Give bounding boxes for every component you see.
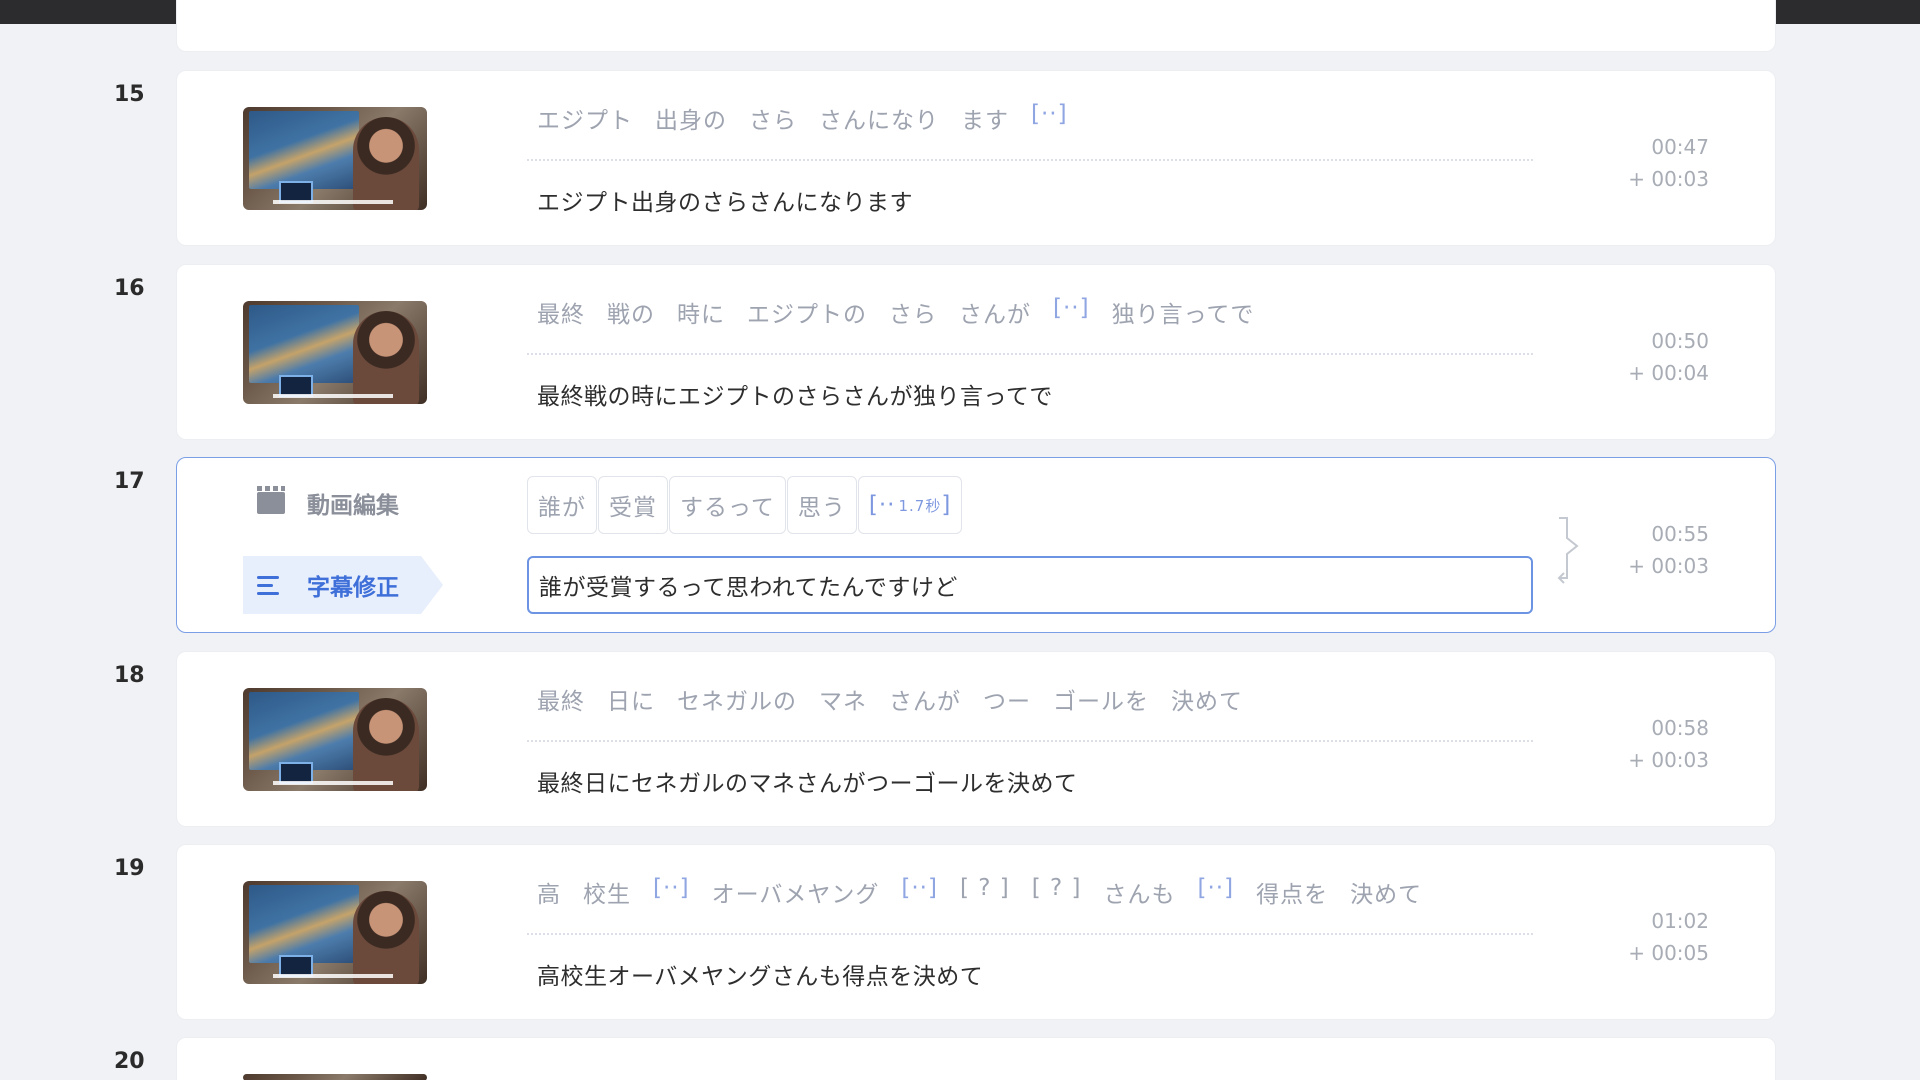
word-chip[interactable]: するって <box>669 476 786 534</box>
gap-open: [·· <box>868 492 896 518</box>
word-token[interactable]: 得点を <box>1256 875 1328 909</box>
word-token[interactable]: オーバメヤング <box>712 875 880 909</box>
word-tokens: 最終 戦の 時に エジプトの さら さんが [··] 独り言ってで <box>537 295 1276 329</box>
subtitle-card[interactable]: 最終 日に セネガルの マネ さんが つー ゴールを 決めて 最終日にセネガルの… <box>176 651 1776 827</box>
word-token[interactable]: セネガルの <box>677 682 797 716</box>
word-chip[interactable]: 誰が <box>527 476 597 534</box>
unknown-word-token[interactable]: [ ? ] <box>960 875 1010 909</box>
subtitle-card[interactable]: 最終 戦の 時に エジプトの さら さんが [··] 独り言ってで 最終戦の時に… <box>176 264 1776 440</box>
word-token[interactable]: さんが <box>959 295 1031 329</box>
unknown-word-token[interactable]: [ ? ] <box>1032 875 1082 909</box>
word-token[interactable]: 独り言ってで <box>1112 295 1255 329</box>
duration: + 00:03 <box>1628 554 1709 578</box>
subtitle-card[interactable] <box>176 1037 1776 1080</box>
start-time: 01:02 <box>1651 909 1709 933</box>
row-number: 18 <box>114 663 145 688</box>
subtitle-text[interactable]: 最終日にセネガルのマネさんがつーゴールを決めて <box>537 764 1078 798</box>
word-token[interactable]: 最終 <box>537 682 585 716</box>
word-token[interactable]: さら <box>889 295 937 329</box>
start-time: 00:47 <box>1651 135 1709 159</box>
word-token[interactable]: マネ <box>819 682 867 716</box>
row-number: 20 <box>114 1049 145 1074</box>
tab-label: 字幕修正 <box>307 575 399 601</box>
gap-close: ] <box>941 492 952 518</box>
duration: + 00:03 <box>1628 167 1709 191</box>
word-token[interactable]: 最終 <box>537 295 585 329</box>
word-chips: 誰が 受賞 するって 思う [·· 1.7秒] <box>527 476 963 534</box>
subtitle-card[interactable]: 高 校生 [··] オーバメヤング [··] [ ? ] [ ? ] さんも [… <box>176 844 1776 1020</box>
silence-gap-chip[interactable]: [·· 1.7秒] <box>857 476 963 534</box>
word-token[interactable]: 決めて <box>1171 682 1243 716</box>
word-token[interactable]: ます <box>961 101 1009 135</box>
timecode: 00:55 + 00:03 <box>1628 518 1709 582</box>
subtitle-text[interactable]: エジプト出身のさらさんになります <box>537 183 913 217</box>
tab-video-edit[interactable]: 動画編集 <box>243 474 443 532</box>
silence-gap-token[interactable]: [··] <box>653 875 690 909</box>
word-token[interactable]: さんも <box>1104 875 1176 909</box>
word-token[interactable]: ゴールを <box>1053 682 1149 716</box>
clapperboard-icon <box>257 486 285 514</box>
word-token[interactable]: 日に <box>607 682 655 716</box>
row-number: 15 <box>114 82 145 107</box>
tab-label: 動画編集 <box>307 493 399 519</box>
subtitle-lines-icon <box>257 574 285 596</box>
start-time: 00:58 <box>1651 716 1709 740</box>
silence-gap-token[interactable]: [··] <box>1053 295 1090 329</box>
video-thumbnail[interactable] <box>243 1074 427 1080</box>
divider <box>527 740 1533 742</box>
duration: + 00:04 <box>1628 361 1709 385</box>
word-tokens: エジプト 出身の さら さんになり ます [··] <box>537 101 1090 135</box>
tab-subtitle-edit[interactable]: 字幕修正 <box>243 556 443 614</box>
video-thumbnail[interactable] <box>243 881 427 984</box>
subtitle-edit-input[interactable]: 誰が受賞するって思われてたんですけど <box>527 556 1533 614</box>
video-thumbnail[interactable] <box>243 107 427 210</box>
word-token[interactable]: エジプトの <box>747 295 867 329</box>
timecode: 00:47 + 00:03 <box>1628 131 1709 195</box>
subtitle-text[interactable]: 最終戦の時にエジプトのさらさんが独り言ってで <box>537 377 1053 411</box>
duration: + 00:03 <box>1628 748 1709 772</box>
divider <box>527 933 1533 935</box>
word-tokens: 最終 日に セネガルの マネ さんが つー ゴールを 決めて <box>537 682 1265 716</box>
word-tokens: 高 校生 [··] オーバメヤング [··] [ ? ] [ ? ] さんも [… <box>537 875 1444 909</box>
subtitle-card-active[interactable]: 動画編集 字幕修正 誰が 受賞 するって 思う [·· 1.7秒] 誰が受賞するっ… <box>176 457 1776 633</box>
start-time: 00:55 <box>1651 522 1709 546</box>
row-number: 16 <box>114 276 145 301</box>
silence-gap-token[interactable]: [··] <box>1031 101 1068 135</box>
word-token[interactable]: 高 <box>537 875 561 909</box>
video-thumbnail[interactable] <box>243 301 427 404</box>
silence-gap-token[interactable]: [··] <box>901 875 938 909</box>
word-chip[interactable]: 思う <box>786 476 857 534</box>
word-token[interactable]: 決めて <box>1350 875 1422 909</box>
duration: + 00:05 <box>1628 941 1709 965</box>
merge-arrow-icon[interactable] <box>1555 516 1585 596</box>
word-token[interactable]: 出身の <box>655 101 727 135</box>
row-number: 19 <box>114 856 145 881</box>
subtitle-card[interactable]: エジプト 出身の さら さんになり ます [··] エジプト出身のさらさんになり… <box>176 70 1776 246</box>
row-number: 17 <box>114 469 145 494</box>
word-token[interactable]: つー <box>983 682 1031 716</box>
word-token[interactable]: 戦の <box>607 295 655 329</box>
timecode: 00:50 + 00:04 <box>1628 325 1709 389</box>
subtitle-card-14[interactable] <box>176 0 1776 52</box>
timecode: 00:58 + 00:03 <box>1628 712 1709 776</box>
divider <box>527 159 1533 161</box>
gap-duration: 1.7秒 <box>898 496 942 515</box>
divider <box>527 353 1533 355</box>
start-time: 00:50 <box>1651 329 1709 353</box>
word-token[interactable]: 時に <box>677 295 725 329</box>
word-token[interactable]: さら <box>749 101 797 135</box>
word-token[interactable]: 校生 <box>583 875 631 909</box>
word-token[interactable]: さんが <box>889 682 961 716</box>
subtitle-text[interactable]: 高校生オーバメヤングさんも得点を決めて <box>537 957 983 991</box>
silence-gap-token[interactable]: [··] <box>1198 875 1235 909</box>
word-token[interactable]: エジプト <box>537 101 633 135</box>
video-thumbnail[interactable] <box>243 688 427 791</box>
word-chip[interactable]: 受賞 <box>598 476 668 534</box>
timecode: 01:02 + 00:05 <box>1628 905 1709 969</box>
edit-mode-tabs: 動画編集 字幕修正 <box>243 474 443 614</box>
word-token[interactable]: さんになり <box>819 101 939 135</box>
